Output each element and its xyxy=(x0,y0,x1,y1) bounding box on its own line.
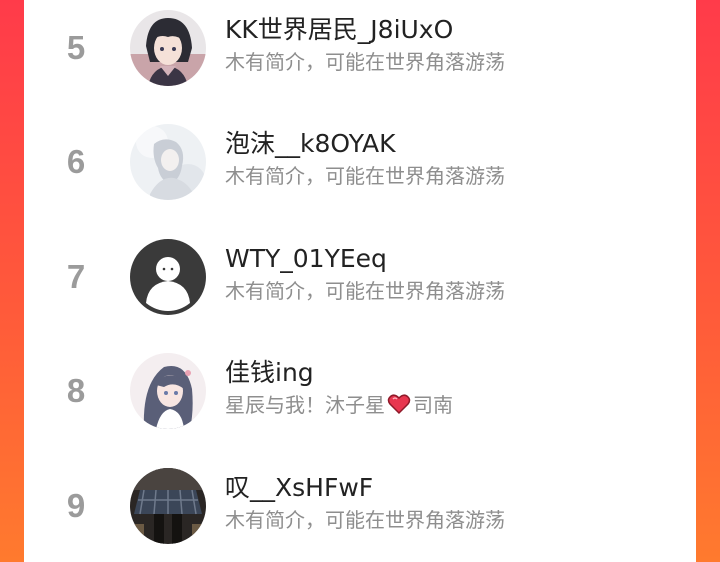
list-item[interactable]: 7 WTY_01YEeq 木有简介，可能在世界角落游荡 xyxy=(24,237,696,337)
avatar[interactable] xyxy=(130,10,206,86)
list-item[interactable]: 9 叹__XsHFwF 木有简介，可能在世界角落游荡 xyxy=(24,466,696,562)
ranking-list: 5 KK世界居民_J8iUxO 木有简介，可能在世界角落游荡 6 泡沫__k8O… xyxy=(24,0,696,562)
username[interactable]: 泡沫__k8OYAK xyxy=(225,128,396,160)
list-item[interactable]: 6 泡沫__k8OYAK 木有简介，可能在世界角落游荡 xyxy=(24,122,696,222)
red-heart-icon xyxy=(387,393,411,422)
user-bio: 木有简介，可能在世界角落游荡 xyxy=(225,508,505,532)
list-item[interactable]: 8 佳钱ing 星辰与我！沐子星 司南 xyxy=(24,351,696,451)
list-item[interactable]: 5 KK世界居民_J8iUxO 木有简介，可能在世界角落游荡 xyxy=(24,8,696,108)
user-bio: 星辰与我！沐子星 司南 xyxy=(225,391,453,422)
avatar[interactable] xyxy=(130,353,206,429)
username[interactable]: KK世界居民_J8iUxO xyxy=(225,14,453,46)
username[interactable]: WTY_01YEeq xyxy=(225,243,387,275)
username[interactable]: 佳钱ing xyxy=(225,357,314,389)
avatar[interactable] xyxy=(130,468,206,544)
bio-text: 星辰与我！沐子星 xyxy=(225,393,385,417)
rank-number: 7 xyxy=(66,258,86,295)
rank-number: 5 xyxy=(66,29,86,66)
user-bio: 木有简介，可能在世界角落游荡 xyxy=(225,50,505,74)
rank-number: 6 xyxy=(66,143,86,180)
user-bio: 木有简介，可能在世界角落游荡 xyxy=(225,164,505,188)
default-user-avatar[interactable] xyxy=(130,239,206,315)
avatar[interactable] xyxy=(130,124,206,200)
rank-number: 9 xyxy=(66,487,86,524)
rank-number: 8 xyxy=(66,372,86,409)
user-bio: 木有简介，可能在世界角落游荡 xyxy=(225,279,505,303)
username[interactable]: 叹__XsHFwF xyxy=(225,472,373,504)
ranking-screen: 5 KK世界居民_J8iUxO 木有简介，可能在世界角落游荡 6 泡沫__k8O… xyxy=(0,0,720,562)
bio-text: 司南 xyxy=(413,393,453,417)
